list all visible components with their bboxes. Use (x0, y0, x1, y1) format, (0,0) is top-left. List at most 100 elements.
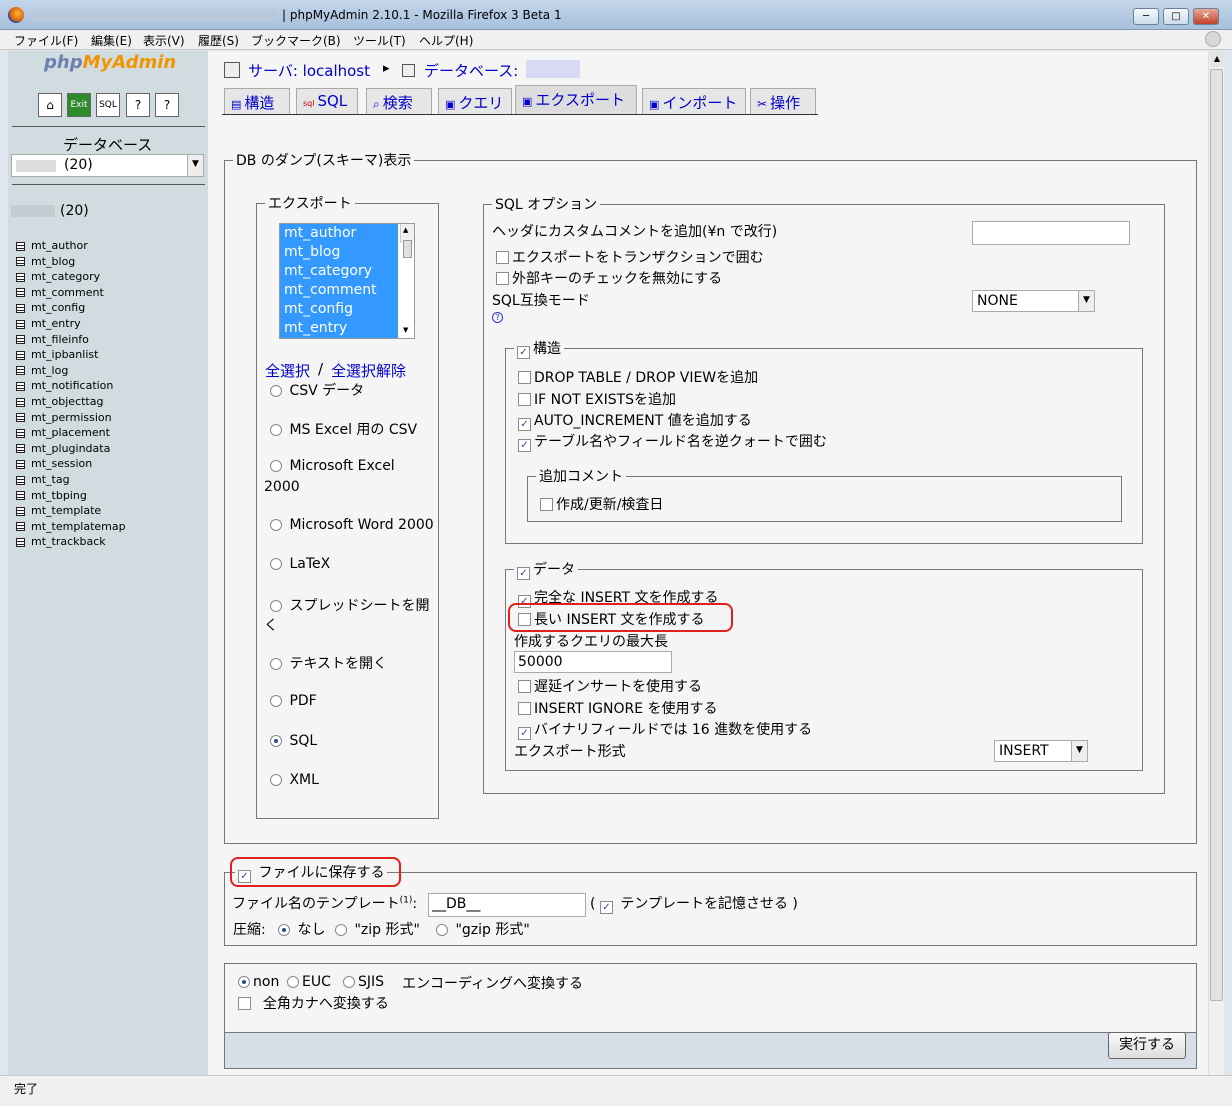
menu-file[interactable]: ファイル(F) (14, 32, 78, 49)
nav-table-item[interactable]: mt_placement (16, 426, 110, 439)
table-option[interactable]: mt_blog (280, 243, 398, 262)
nav-table-item[interactable]: mt_author (16, 239, 88, 252)
table-icon[interactable] (16, 288, 25, 298)
data-checkbox[interactable]: ✓ (517, 567, 530, 580)
nav-table-label[interactable]: mt_plugindata (31, 442, 110, 455)
kana-option[interactable]: 全角カナへ変換する (238, 993, 389, 1013)
table-icon[interactable] (16, 381, 25, 391)
breadcrumb-server[interactable]: サーバ: localhost (248, 60, 370, 81)
radio-compression-none[interactable] (278, 924, 290, 936)
nav-table-label[interactable]: mt_blog (31, 255, 75, 268)
menu-bookmarks[interactable]: ブックマーク(B) (251, 32, 341, 49)
nav-table-label[interactable]: mt_session (31, 457, 92, 470)
nav-table-label[interactable]: mt_log (31, 364, 68, 377)
nav-table-item[interactable]: mt_blog (16, 255, 75, 268)
nav-table-item[interactable]: mt_session (16, 457, 92, 470)
menu-view[interactable]: 表示(V) (143, 32, 185, 49)
nav-table-label[interactable]: mt_trackback (31, 535, 106, 548)
nav-table-label[interactable]: mt_tag (31, 473, 70, 486)
format-latex[interactable]: LaTeX (270, 556, 330, 572)
db-select[interactable]: (20) ▼ (11, 154, 204, 177)
compression-gzip[interactable]: "gzip 形式" (436, 919, 530, 939)
table-icon[interactable] (16, 241, 25, 251)
radio-encoding-euc[interactable] (287, 976, 299, 988)
radio-csv[interactable] (270, 385, 282, 397)
table-icon[interactable] (16, 522, 25, 532)
format-excel-csv[interactable]: MS Excel 用の CSV (270, 419, 417, 439)
format-text[interactable]: テキストを開く (270, 653, 387, 673)
nav-table-item[interactable]: mt_templatemap (16, 520, 126, 533)
ignore-checkbox[interactable] (518, 702, 531, 715)
radio-compression-zip[interactable] (335, 924, 347, 936)
delayed-checkbox[interactable] (518, 680, 531, 693)
tab-structure[interactable]: ▤ 構造 (224, 88, 290, 114)
tab-export[interactable]: ▣ エクスポート (515, 85, 637, 114)
format-csv[interactable]: CSV データ (270, 380, 364, 400)
nav-table-label[interactable]: mt_author (31, 239, 88, 252)
export-type-select[interactable]: INSERT ▼ (994, 740, 1088, 762)
nav-table-label[interactable]: mt_comment (31, 286, 104, 299)
help-icon[interactable]: ? (155, 93, 179, 117)
radio-sql[interactable] (270, 735, 282, 747)
kana-checkbox[interactable] (238, 997, 251, 1010)
if-not-exists-option[interactable]: IF NOT EXISTSを追加 (518, 389, 676, 409)
dates-checkbox[interactable] (540, 498, 553, 511)
radio-word2000[interactable] (270, 519, 282, 531)
table-icon[interactable] (16, 506, 25, 516)
hex-checkbox[interactable]: ✓ (518, 727, 531, 740)
minimize-button[interactable]: ─ (1133, 8, 1159, 25)
format-pdf[interactable]: PDF (270, 693, 317, 709)
if-not-exists-checkbox[interactable] (518, 393, 531, 406)
maximize-button[interactable]: □ (1163, 8, 1189, 25)
nav-table-label[interactable]: mt_fileinfo (31, 333, 89, 346)
backquotes-checkbox[interactable]: ✓ (518, 439, 531, 452)
nav-table-label[interactable]: mt_placement (31, 426, 110, 439)
table-icon[interactable] (16, 319, 25, 329)
nav-table-label[interactable]: mt_objecttag (31, 395, 103, 408)
delayed-option[interactable]: 遅延インサートを使用する (518, 676, 702, 696)
nav-table-item[interactable]: mt_category (16, 270, 100, 283)
nav-table-label[interactable]: mt_template (31, 504, 101, 517)
table-icon[interactable] (16, 491, 25, 501)
exit-icon[interactable]: Exit (67, 93, 91, 117)
nav-table-item[interactable]: mt_tag (16, 473, 70, 486)
nav-table-label[interactable]: mt_entry (31, 317, 81, 330)
ignore-option[interactable]: INSERT IGNORE を使用する (518, 698, 718, 718)
nav-table-item[interactable]: mt_objecttag (16, 395, 103, 408)
table-icon[interactable] (16, 303, 25, 313)
table-option[interactable]: mt_category (280, 262, 398, 281)
transaction-checkbox[interactable] (496, 251, 509, 264)
table-icon[interactable] (16, 444, 25, 454)
encoding-sjis[interactable]: SJIS (343, 974, 384, 990)
table-icon[interactable] (16, 459, 25, 469)
tab-sql[interactable]: sql SQL (296, 88, 358, 114)
query-window-icon[interactable]: SQL (96, 93, 120, 117)
table-option[interactable]: mt_author (280, 224, 398, 243)
table-icon[interactable] (16, 335, 25, 345)
menu-help[interactable]: ヘルプ(H) (419, 32, 473, 49)
disable-fk-checkbox[interactable] (496, 272, 509, 285)
select-all-link[interactable]: 全選択 (265, 360, 310, 381)
table-option[interactable]: mt_entry (280, 319, 398, 338)
nav-table-label[interactable]: mt_permission (31, 411, 112, 424)
tab-query[interactable]: ▣ クエリ (438, 88, 512, 114)
format-word2000[interactable]: Microsoft Word 2000 (270, 517, 434, 533)
backquotes-option[interactable]: ✓ テーブル名やフィールド名を逆クォートで囲む (518, 431, 827, 452)
breadcrumb-database[interactable]: データベース: (424, 60, 518, 81)
home-icon[interactable]: ⌂ (38, 93, 62, 117)
radio-latex[interactable] (270, 558, 282, 570)
tab-operations[interactable]: ✂ 操作 (750, 88, 816, 114)
drop-table-option[interactable]: DROP TABLE / DROP VIEWを追加 (518, 367, 758, 387)
table-icon[interactable] (16, 413, 25, 423)
transaction-option[interactable]: エクスポートをトランザクションで囲む (496, 247, 764, 267)
go-button[interactable]: 実行する (1108, 1032, 1186, 1059)
table-icon[interactable] (16, 475, 25, 485)
list-scrollbar[interactable]: ▲ ▼ (400, 224, 414, 334)
radio-spreadsheet[interactable] (270, 600, 282, 612)
encoding-euc[interactable]: EUC (287, 974, 331, 990)
close-button[interactable]: ✕ (1193, 8, 1219, 25)
radio-encoding-sjis[interactable] (343, 976, 355, 988)
nav-table-item[interactable]: mt_config (16, 301, 85, 314)
radio-compression-gzip[interactable] (436, 924, 448, 936)
nav-table-label[interactable]: mt_ipbanlist (31, 348, 98, 361)
